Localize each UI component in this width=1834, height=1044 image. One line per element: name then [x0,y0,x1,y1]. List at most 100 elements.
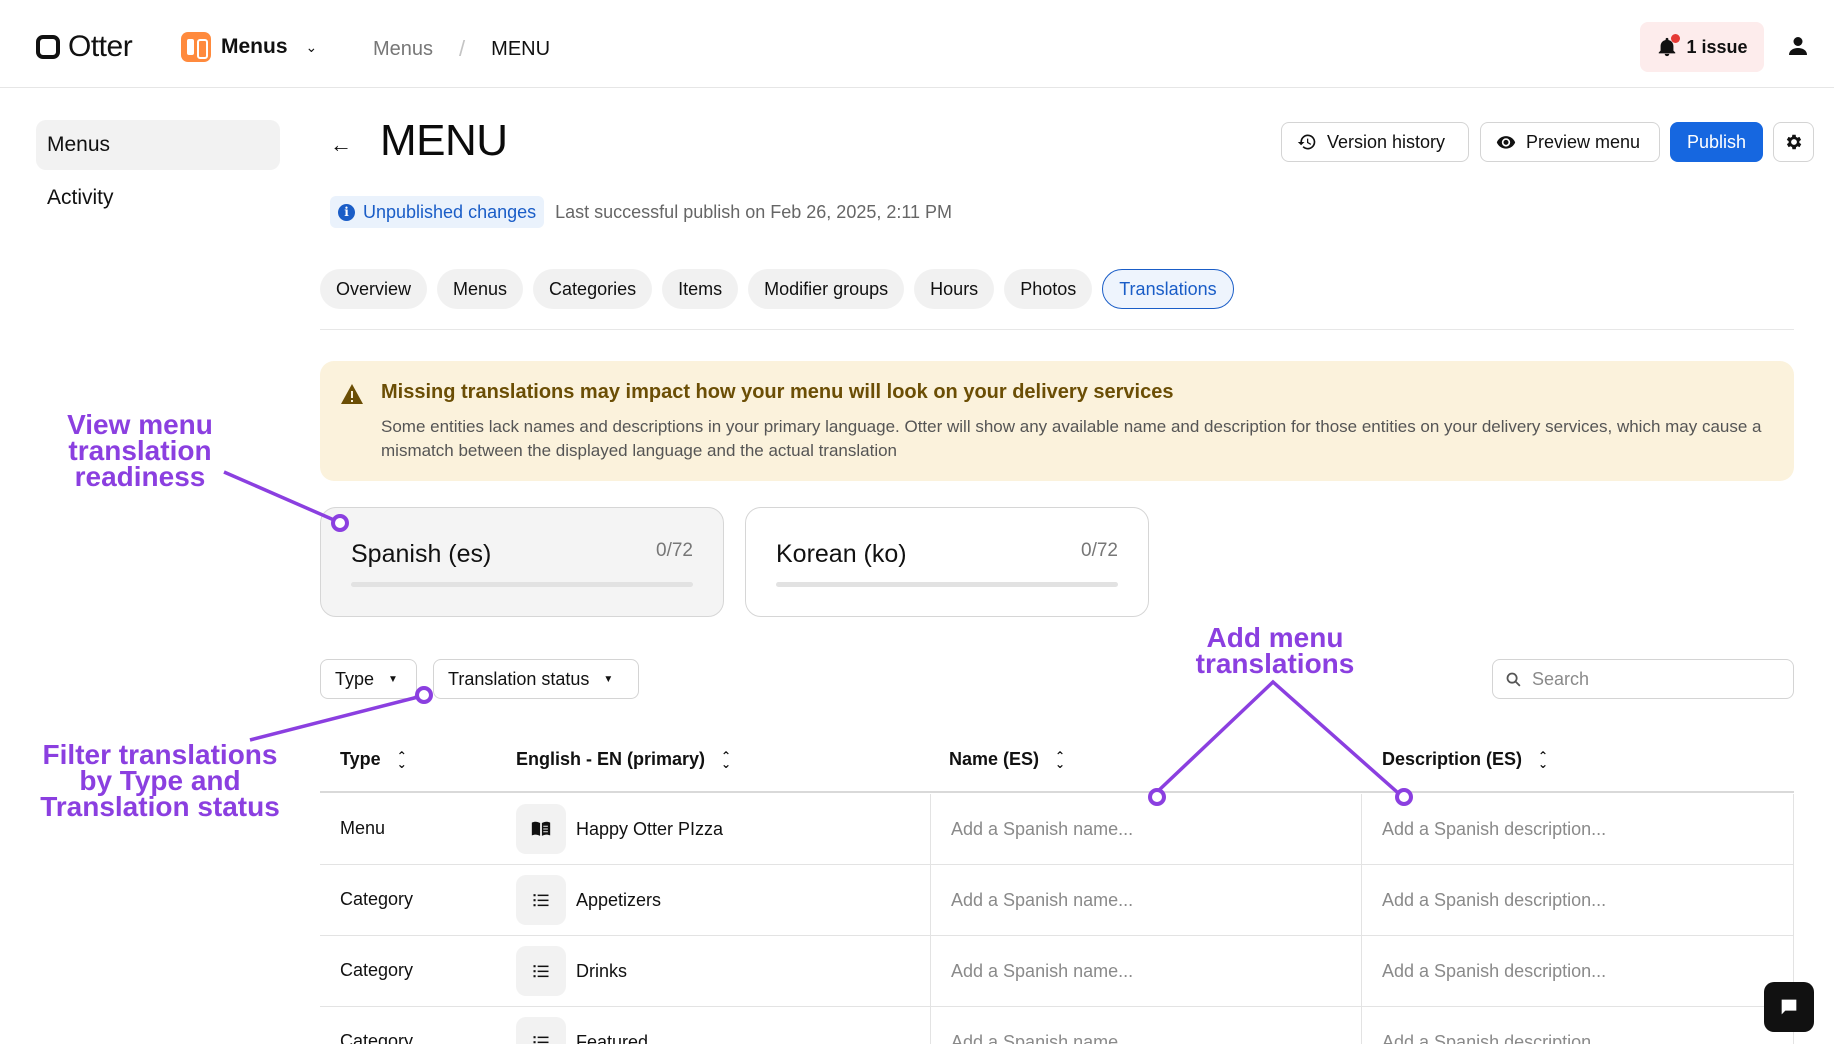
spanish-name-input[interactable] [951,890,1341,911]
language-card-korean[interactable]: Korean (ko) 0/72 [745,507,1149,617]
bell-icon [1656,34,1681,58]
status-badge: i Unpublished changes [330,196,545,228]
row-name-text: Featured [576,1031,649,1044]
table-row: Category Featured [320,1007,1794,1044]
settings-button[interactable] [1773,122,1814,162]
version-history-label: Version history [1327,131,1446,152]
name-es-cell [930,1007,1363,1044]
gear-icon [1786,134,1801,150]
annotation-view-readiness: View menu translation readiness [50,411,230,492]
menu-book-icon [516,804,566,854]
translation-status-filter-dropdown[interactable]: Translation status ▼ [433,659,639,699]
chat-icon [1781,999,1797,1015]
page-title: MENU [380,116,508,165]
last-publish-text: Last successful publish on Feb 26, 2025,… [555,201,953,222]
publish-button[interactable]: Publish [1670,122,1763,162]
table-row: Menu Happy Otter PIzza [320,794,1794,865]
sort-icon: ⌃ ⌄ [721,748,732,771]
type-filter-label: Type [335,668,375,689]
spanish-description-input[interactable] [1382,819,1772,840]
breadcrumb-separator: / [459,36,466,61]
app-name: Menus [221,35,288,58]
annotation-line: Translation status [40,791,280,822]
breadcrumb: Menus / MENU [373,36,550,62]
spanish-description-input[interactable] [1382,1032,1772,1044]
row-type: Category [340,889,414,909]
eye-icon [1496,136,1516,149]
language-card-spanish[interactable]: Spanish (es) 0/72 [320,507,724,617]
sort-icon: ⌃ ⌄ [1538,748,1549,771]
sort-icon: ⌃ ⌄ [396,748,407,771]
top-bar: Otter Menus ⌄ Menus / MENU 1 issue [0,0,1834,88]
sidebar-item-menus[interactable]: Menus [36,120,280,170]
issues-button[interactable]: 1 issue [1640,22,1764,72]
user-icon[interactable] [1786,34,1810,58]
tab-categories[interactable]: Categories [533,269,653,309]
row-name-text: Happy Otter PIzza [576,818,724,839]
breadcrumb-menus[interactable]: Menus [373,38,433,61]
preview-menu-label: Preview menu [1526,131,1641,152]
logo-text: Otter [68,30,133,63]
status-badge-label: Unpublished changes [363,201,537,222]
sidebar: Menus Activity [36,120,280,226]
table-row: Category Drinks [320,936,1794,1007]
back-arrow-icon[interactable]: ← [330,132,352,158]
table-header: Type ⌃ ⌄ English - EN (primary) ⌃ ⌄ Name (… [320,735,1794,793]
list-icon [516,946,566,996]
sidebar-item-activity[interactable]: Activity [36,173,280,223]
version-history-button[interactable]: Version history [1281,122,1469,162]
tab-items[interactable]: Items [662,269,739,309]
spanish-name-input[interactable] [951,819,1341,840]
row-english-name: Appetizers [516,875,661,925]
spanish-description-input[interactable] [1382,890,1772,911]
annotation-line: readiness [74,461,206,492]
caret-down-icon: ▼ [603,673,614,685]
row-name-text: Drinks [576,960,628,981]
search-box[interactable] [1492,659,1794,699]
spanish-name-input[interactable] [951,961,1341,982]
breadcrumb-current: MENU [491,37,551,60]
column-header-type[interactable]: Type ⌃ ⌄ [340,749,407,770]
description-es-cell [1361,794,1794,865]
list-icon [516,875,566,925]
language-name: Korean (ko) [776,540,907,568]
tab-menus[interactable]: Menus [437,269,524,309]
otter-logo-mark [36,35,60,59]
chevron-down-icon: ⌄ [305,38,318,55]
tab-hours[interactable]: Hours [914,269,995,309]
column-header-name-es[interactable]: Name (ES) ⌃ ⌄ [949,749,1065,770]
row-type: Category [340,960,414,980]
search-input[interactable] [1532,668,1772,690]
row-english-name: Drinks [516,946,627,996]
description-es-cell [1361,1007,1794,1044]
name-es-cell [930,794,1363,865]
preview-menu-button[interactable]: Preview menu [1480,122,1660,162]
tab-modifier-groups[interactable]: Modifier groups [748,269,905,309]
table-row: Category Appetizers [320,865,1794,936]
caret-down-icon: ▼ [388,673,398,685]
description-es-cell [1361,865,1794,936]
notification-dot [1671,34,1681,43]
tab-overview[interactable]: Overview [320,269,428,309]
app-switcher[interactable]: Menus ⌄ [181,32,317,62]
spanish-name-input[interactable] [951,1032,1341,1044]
history-icon [1297,134,1316,150]
list-icon [516,1017,566,1044]
description-es-cell [1361,936,1794,1007]
otter-logo[interactable]: Otter [36,30,133,63]
annotation-filter-translations: Filter translations by Type and Translat… [20,741,300,822]
column-header-description-es[interactable]: Description (ES) ⌃ ⌄ [1382,749,1548,770]
status-filter-label: Translation status [448,668,590,689]
language-count: 0/72 [1081,540,1118,561]
column-header-english[interactable]: English - EN (primary) ⌃ ⌄ [516,749,731,770]
type-filter-dropdown[interactable]: Type ▼ [320,659,417,699]
annotation-line: translations [1195,648,1355,679]
language-name: Spanish (es) [351,540,492,568]
chat-button[interactable] [1764,982,1814,1032]
tab-translations[interactable]: Translations [1102,269,1234,309]
row-type: Category [340,1031,414,1044]
spanish-description-input[interactable] [1382,961,1772,982]
tab-photos[interactable]: Photos [1004,269,1093,309]
column-label: Name (ES) [949,749,1040,769]
column-label: English - EN (primary) [516,749,706,769]
